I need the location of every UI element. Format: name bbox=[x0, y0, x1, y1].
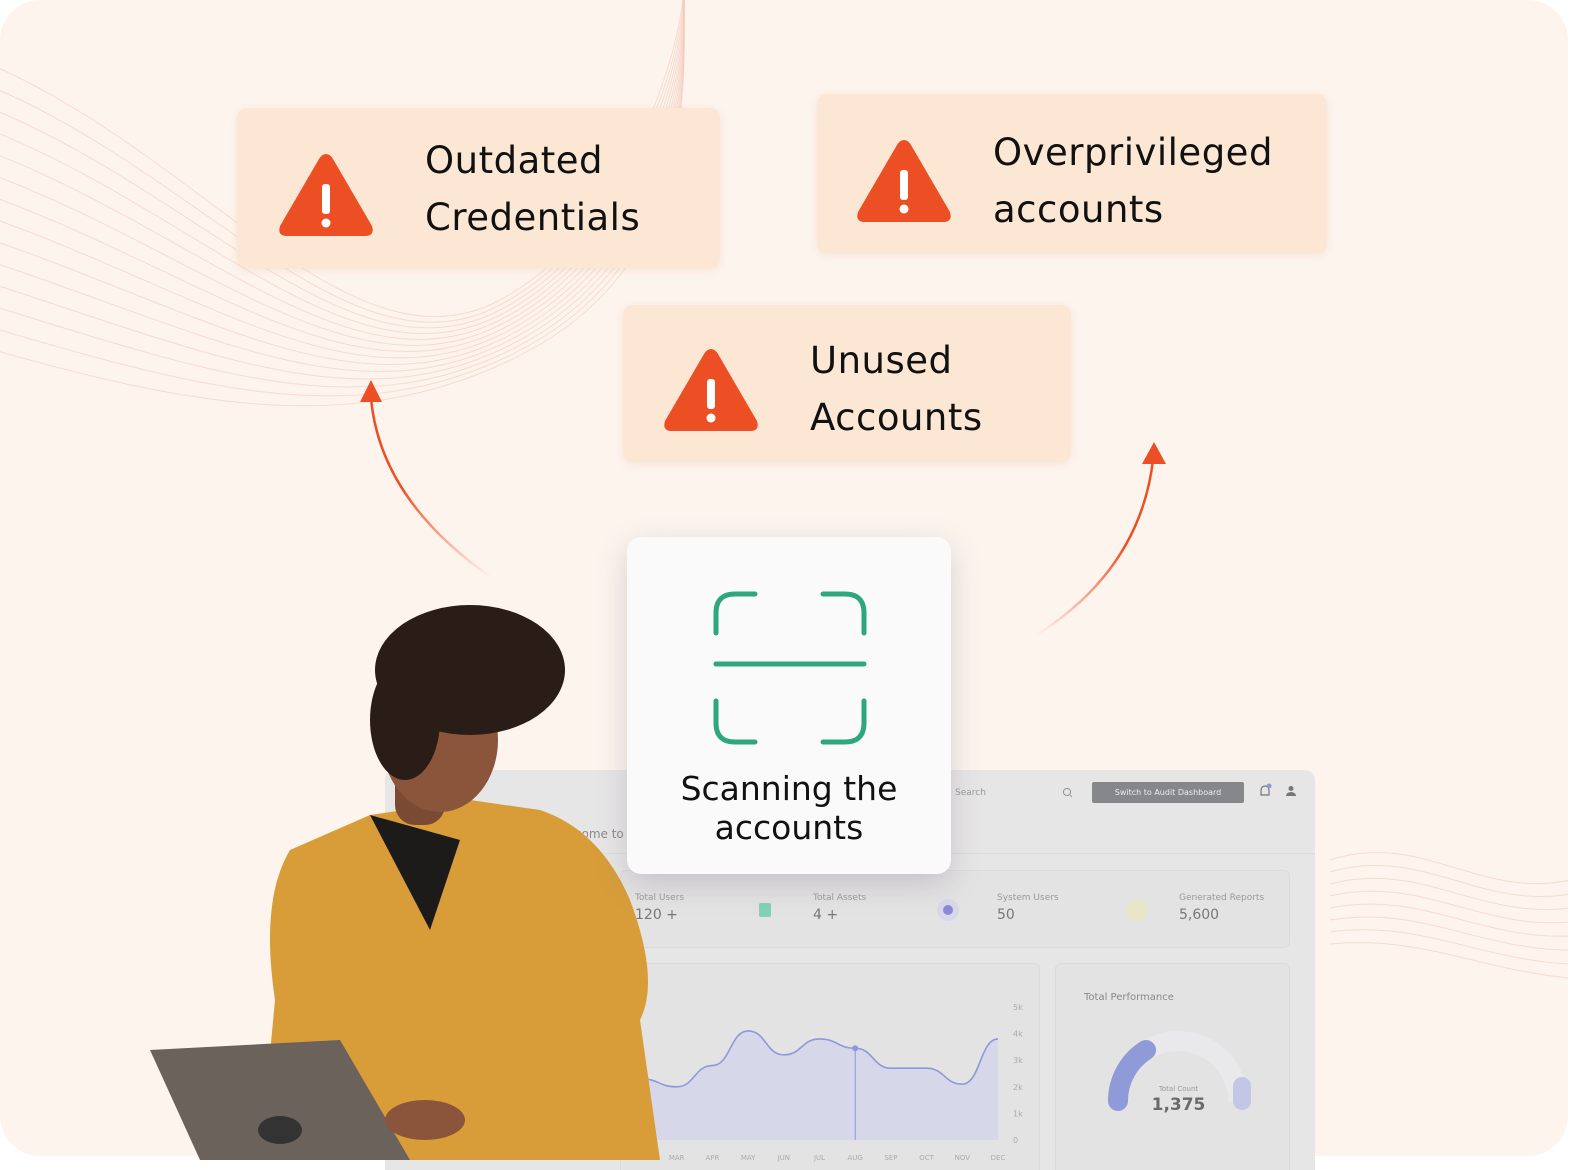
scan-title: Scanning the accounts bbox=[680, 769, 898, 847]
scanning-card: Scanning the accounts bbox=[627, 537, 951, 874]
scan-icon bbox=[713, 591, 867, 745]
arrowhead-icon bbox=[360, 380, 382, 402]
person-with-laptop-photo bbox=[150, 605, 660, 1160]
arrow-left bbox=[369, 397, 493, 580]
arrow-right bbox=[1034, 459, 1155, 638]
arrowhead-icon bbox=[1142, 442, 1166, 464]
